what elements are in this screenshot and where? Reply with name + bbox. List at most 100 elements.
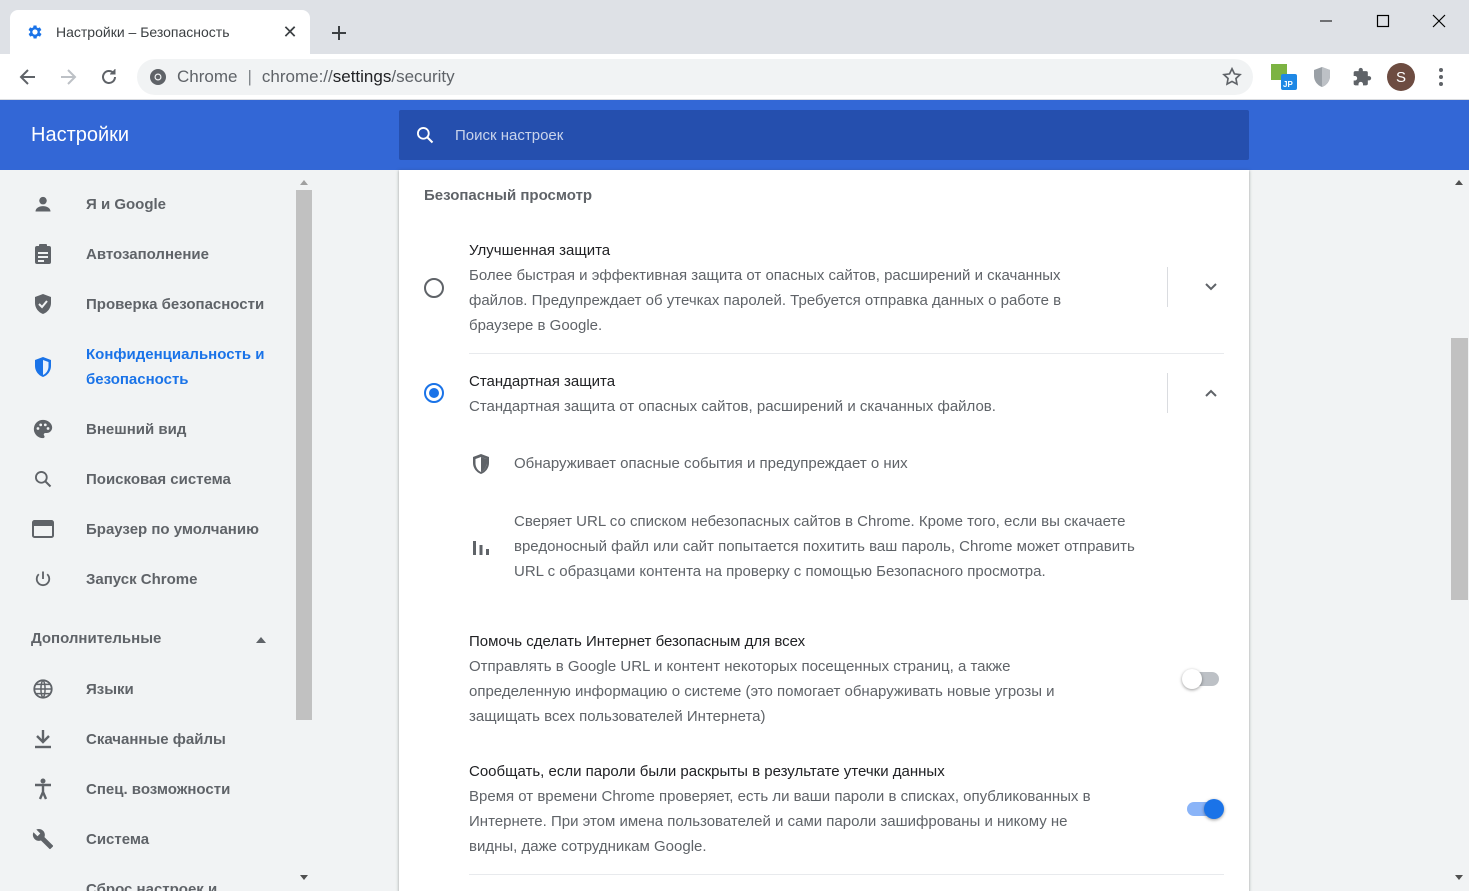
address-origin: Chrome <box>177 67 238 86</box>
search-input[interactable] <box>455 126 1155 144</box>
minimize-button[interactable] <box>1303 6 1349 36</box>
svg-text:JP: JP <box>1283 80 1293 89</box>
sidebar-item-system[interactable]: Система <box>0 827 294 852</box>
reset-icon <box>31 877 55 891</box>
sidebar-item-languages[interactable]: Языки <box>0 677 294 702</box>
standard-bullet-2-line-3: URL с образцами контента на проверку с п… <box>514 563 1046 580</box>
address-bar[interactable]: Chrome | chrome://settings/security <box>137 59 1253 95</box>
browser-toolbar: Chrome | chrome://settings/security JP <box>0 54 1469 100</box>
extension-shield-button[interactable] <box>1308 63 1336 91</box>
scroll-up-icon[interactable] <box>298 177 310 187</box>
close-window-button[interactable] <box>1416 6 1462 36</box>
shield-check-icon <box>31 292 55 316</box>
help-safer-toggle[interactable] <box>1182 667 1222 691</box>
extension-translate-button[interactable]: JP <box>1270 63 1298 91</box>
gear-icon <box>28 25 42 39</box>
sidebar-item-accessibility[interactable]: Спец. возможности <box>0 777 294 802</box>
standard-protection-title: Стандартная защита <box>469 373 616 390</box>
shield-icon <box>469 452 493 476</box>
arrow-right-icon <box>61 69 77 85</box>
chevron-down-icon <box>1205 283 1217 291</box>
sidebar-item-on-startup[interactable]: Запуск Chrome <box>0 567 294 592</box>
advanced-section-label[interactable]: Дополнительные <box>31 630 161 647</box>
scroll-up-icon[interactable] <box>1453 177 1465 187</box>
address-separator: | <box>247 67 252 86</box>
sidebar-item-safety-check[interactable]: Проверка безопасности <box>0 292 294 317</box>
chevron-up-icon <box>1205 389 1217 397</box>
forward-button[interactable] <box>53 62 83 92</box>
password-leak-title: Сообщать, если пароли были раскрыты в ре… <box>469 763 945 780</box>
enhanced-protection-desc-3: браузере в Google. <box>469 317 603 334</box>
palette-icon <box>31 417 55 441</box>
help-safer-desc-1: Отправлять в Google URL и контент некото… <box>469 658 1011 675</box>
sidebar-item-downloads[interactable]: Скачанные файлы <box>0 727 294 752</box>
sidebar-item-label: Поисковая система <box>86 471 231 488</box>
sidebar-item-label: Проверка безопасности <box>86 296 265 313</box>
reload-button[interactable] <box>94 62 124 92</box>
toggle-knob <box>1182 669 1202 689</box>
password-leak-desc-3: видны, даже сотрудникам Google. <box>469 838 707 855</box>
arrow-left-icon <box>19 69 35 85</box>
search-icon <box>417 127 434 144</box>
reload-icon <box>102 69 116 84</box>
maximize-button[interactable] <box>1360 6 1406 36</box>
profile-avatar[interactable]: S <box>1387 63 1415 91</box>
standard-protection-radio[interactable] <box>424 383 444 403</box>
accessibility-icon <box>31 777 55 801</box>
collapse-standard-button[interactable] <box>1199 381 1223 405</box>
back-button[interactable] <box>13 62 43 92</box>
sidebar-item-you-and-google[interactable]: Я и Google <box>0 192 294 217</box>
translate-extension-icon: JP <box>1271 64 1297 90</box>
tab-title: Настройки – Безопасность <box>56 24 230 40</box>
sidebar-item-privacy-security[interactable]: Конфиденциальность и безопасность <box>0 342 294 392</box>
arrow-up-icon[interactable] <box>254 635 268 645</box>
scroll-down-icon[interactable] <box>298 873 310 883</box>
person-icon <box>31 192 55 216</box>
help-safer-desc-2: определенную информацию о системе (это п… <box>469 683 1055 700</box>
divider <box>1167 373 1168 413</box>
scroll-down-icon[interactable] <box>1453 873 1465 883</box>
page-scrollbar-thumb[interactable] <box>1451 338 1468 600</box>
extensions-button[interactable] <box>1348 63 1376 91</box>
expand-enhanced-button[interactable] <box>1199 275 1223 299</box>
sidebar-item-autofill[interactable]: Автозаполнение <box>0 242 294 267</box>
security-settings-card: Безопасный просмотр Улучшенная защита Бо… <box>399 170 1249 891</box>
sidebar-item-search-engine[interactable]: Поисковая система <box>0 467 294 492</box>
enhanced-protection-radio[interactable] <box>424 278 444 298</box>
settings-search[interactable] <box>399 110 1249 160</box>
download-icon <box>31 727 55 751</box>
enhanced-protection-title: Улучшенная защита <box>469 242 611 259</box>
standard-bullet-2-line-2: вредоносный файл или сайт попытается пох… <box>514 538 1135 555</box>
divider <box>469 353 1224 354</box>
password-leak-toggle[interactable] <box>1184 797 1224 821</box>
browser-icon <box>31 517 55 541</box>
search-icon <box>31 467 55 491</box>
menu-button[interactable] <box>1427 63 1455 91</box>
settings-sidebar: Я и Google Автозаполнение Проверка безоп… <box>0 170 294 891</box>
sidebar-item-label: Запуск Chrome <box>86 571 198 588</box>
divider <box>1167 267 1168 307</box>
section-title: Безопасный просмотр <box>424 187 593 204</box>
help-safer-title: Помочь сделать Интернет безопасным для в… <box>469 633 806 650</box>
sidebar-item-label: Внешний вид <box>86 421 187 438</box>
settings-header: Настройки <box>0 100 1469 170</box>
sidebar-item-default-browser[interactable]: Браузер по умолчанию <box>0 517 294 542</box>
power-icon <box>31 567 55 591</box>
standard-bullet-1: Обнаруживает опасные события и предупреж… <box>514 455 908 472</box>
sidebar-item-label: Спец. возможности <box>86 781 231 798</box>
sidebar-item-appearance[interactable]: Внешний вид <box>0 417 294 442</box>
sidebar-item-label: Я и Google <box>86 196 167 213</box>
bookmark-star-icon[interactable] <box>1221 66 1243 88</box>
help-safer-desc-3: защищать всех пользователей Интернета) <box>469 708 766 725</box>
sidebar-item-label: Языки <box>86 681 134 698</box>
tab-settings-security[interactable]: Настройки – Безопасность ✕ <box>10 10 310 54</box>
enhanced-protection-desc-1: Более быстрая и эффективная защита от оп… <box>469 267 1061 284</box>
shield-icon <box>31 355 55 379</box>
chrome-icon <box>150 69 166 85</box>
more-vert-icon <box>1439 68 1443 86</box>
sidebar-item-reset[interactable]: Сброс настроек и <box>0 877 294 891</box>
close-tab-icon[interactable]: ✕ <box>278 20 302 44</box>
toggle-knob <box>1204 799 1224 819</box>
sidebar-scrollbar-thumb[interactable] <box>296 190 312 720</box>
new-tab-button[interactable] <box>326 20 352 46</box>
